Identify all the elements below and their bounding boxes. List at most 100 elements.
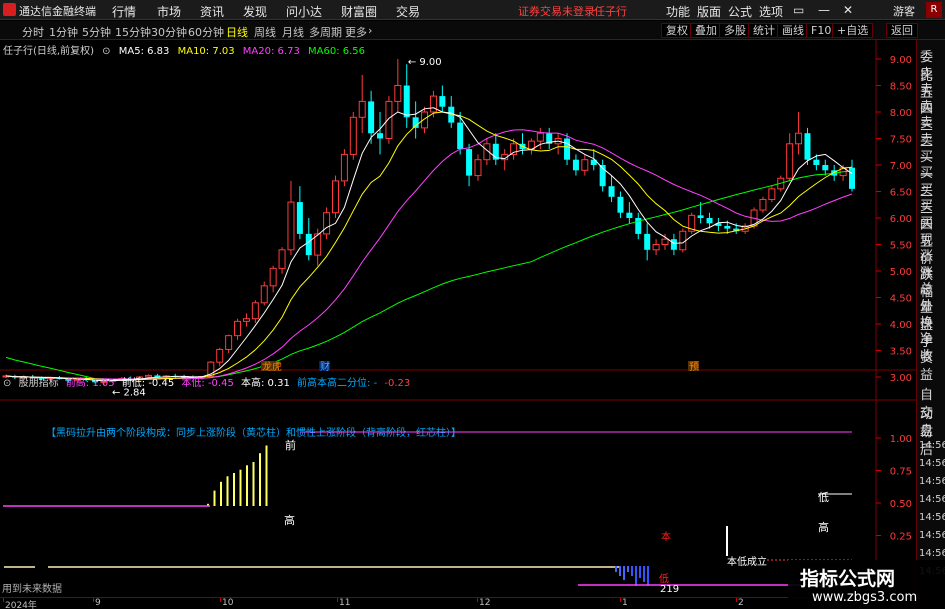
date-label: 9 [95, 598, 101, 608]
candle-body-up [786, 143, 794, 179]
guest-label[interactable]: 游客 [893, 3, 915, 19]
candle-body-down [564, 138, 571, 160]
candle-body-down [644, 233, 651, 250]
candle-body-up [581, 159, 589, 171]
minimize-icon[interactable]: — [818, 3, 830, 17]
ma-legend: 任子行(日线,前复权) ⊙ MA5: 6.83 MA10: 7.03 MA20:… [3, 42, 370, 57]
add-favorite-button[interactable]: +自选 [832, 23, 874, 38]
period-60min[interactable]: 60分钟 [188, 24, 224, 40]
chat-icon[interactable]: ▭ [793, 3, 804, 17]
indicator-bengao: 本高: 0.31 [241, 378, 290, 389]
menu-zixun[interactable]: 资讯 [200, 3, 224, 20]
candle-body-up [331, 180, 339, 214]
duogu-button[interactable]: 多股 [719, 23, 751, 38]
period-weekly[interactable]: 周线 [254, 24, 276, 40]
indicator-qiangao: 前高: 1.05 [65, 378, 115, 389]
ma5-value: MA5: 6.83 [118, 46, 170, 57]
candle-body-up [768, 188, 776, 200]
indicator-name: 股朋指标 [18, 378, 59, 389]
candle-body-down [670, 239, 677, 250]
stock-name-title: 任子行 [594, 5, 627, 18]
menu-faxian[interactable]: 发现 [243, 3, 267, 20]
indicator-axis-label: 1.00 [890, 434, 912, 445]
corner-r-button[interactable]: R [926, 2, 942, 18]
candle-body-up [269, 267, 277, 287]
candle-body-down [305, 233, 312, 256]
menu-shichang[interactable]: 市场 [157, 3, 181, 20]
candle-body-up [251, 302, 259, 320]
ma5-line [5, 107, 853, 382]
menu-hangqing[interactable]: 行情 [112, 3, 136, 20]
indicator-settings-icon[interactable]: ⊙ [3, 378, 11, 389]
candle-body-down [572, 159, 579, 171]
candle-body-up [536, 132, 544, 142]
period-monthly[interactable]: 月线 [282, 24, 304, 40]
price-axis-label: 3.00 [890, 373, 912, 384]
date-tick [736, 598, 737, 602]
date-label: 11 [339, 598, 351, 608]
tick-time: 14:56 [919, 548, 945, 559]
indicator-fenwei2: -0.23 [384, 378, 411, 389]
menu-gongneng[interactable]: 功能 [666, 3, 690, 20]
close-icon[interactable]: ✕ [843, 3, 853, 17]
candle-body-down [466, 149, 473, 176]
period-more[interactable]: 更多 [345, 24, 367, 40]
app-logo-icon [3, 3, 16, 16]
tongji-button[interactable]: 统计 [748, 23, 780, 38]
right-quote-panel: 委比 卖五 卖四 卖三 卖二 卖一 买一 买二 买三 买四 买五 现价 涨跌 涨幅 总量 外盘 换手 净资 收益 自动… [916, 40, 945, 609]
fuquan-button[interactable]: 复权 [661, 23, 693, 38]
login-status[interactable]: 证券交易未登录 [518, 3, 595, 19]
period-1min[interactable]: 1分钟 [49, 24, 78, 40]
period-30min[interactable]: 30分钟 [151, 24, 187, 40]
ma10-value: MA10: 7.03 [177, 46, 235, 57]
tick-time: 14:56 [919, 458, 945, 469]
candle-body-up [260, 285, 268, 304]
price-axis-label: 6.00 [890, 214, 912, 225]
price-axis-label: 7.50 [890, 135, 912, 146]
period-multi[interactable]: 多周期 [309, 24, 342, 40]
candle-body-up [340, 153, 348, 182]
menu-caifuquan[interactable]: 财富圈 [341, 3, 377, 20]
date-label: 2024年 [5, 601, 37, 609]
dropdown-icon[interactable]: ⊙ [102, 46, 110, 57]
date-label: 10 [222, 598, 234, 608]
diejia-button[interactable]: 叠加 [690, 23, 722, 38]
period-5min[interactable]: 5分钟 [82, 24, 111, 40]
di-label: 低 [818, 491, 829, 504]
quote-field-label: 收益 [920, 348, 934, 383]
candle-body-down [368, 101, 375, 134]
chart-title: 任子行(日线,前复权) [3, 46, 94, 57]
back-button[interactable]: 返回 [886, 23, 918, 38]
high-price-label: ← 9.00 [408, 57, 442, 68]
price-axis-label: 8.00 [890, 108, 912, 119]
ma20-line [5, 129, 853, 380]
quote-field-label[interactable]: 盘后 [920, 420, 945, 458]
candle-body-up [394, 85, 402, 102]
price-axis-label: 7.00 [890, 161, 912, 172]
candle-body-down [296, 202, 303, 234]
menu-xuanxiang[interactable]: 选项 [759, 3, 783, 20]
huaxian-button[interactable]: 画线 [777, 23, 809, 38]
period-15min[interactable]: 15分钟 [115, 24, 151, 40]
candle-body-up [759, 198, 767, 211]
candle-body-up [278, 249, 286, 269]
candle-body-down [724, 225, 731, 229]
gao-label: 高 [284, 513, 295, 527]
candle-body-down [608, 186, 615, 197]
period-daily[interactable]: 日线 [226, 24, 248, 40]
ma60-value: MA60: 6.56 [308, 46, 366, 57]
candle-body-up [474, 159, 482, 177]
date-tick [3, 598, 4, 602]
menu-gongshi[interactable]: 公式 [728, 3, 752, 20]
menu-banmian[interactable]: 版面 [697, 3, 721, 20]
menu-jiaoyi[interactable]: 交易 [396, 3, 420, 20]
chart-area[interactable]: 9.00 8.50 8.00 7.50 7.00 6.50 6.00 5.50 5.00 4.50… [0, 40, 916, 597]
period-fenshi[interactable]: 分时 [22, 24, 44, 40]
date-tick [477, 598, 478, 602]
menu-wenxiaoda[interactable]: 问小达 [286, 3, 322, 20]
price-axis-label: 9.00 [890, 55, 912, 66]
more-chevron-icon[interactable]: › [368, 24, 372, 37]
ma20-value: MA20: 6.73 [242, 46, 300, 57]
candle-body-up [661, 238, 669, 245]
candle-body-up [349, 116, 357, 155]
